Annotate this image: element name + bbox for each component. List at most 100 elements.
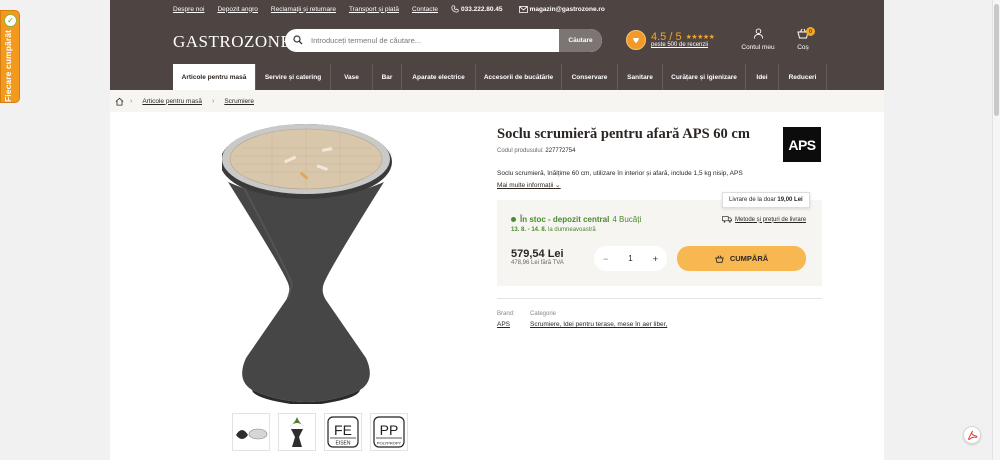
stock-quantity: 4 Bucăți [612, 215, 642, 224]
thumbnail-plant[interactable] [278, 413, 316, 451]
shipping-methods-label: Metode și prețuri de livrare [735, 216, 807, 223]
account-label: Contul meu [741, 44, 775, 51]
phone-contact[interactable]: 033.222.80.45 [451, 5, 503, 13]
delivery-estimate: 13. 8. - 14. 8. la dumneavoastră [511, 227, 596, 233]
increase-quantity-button[interactable]: + [653, 254, 658, 264]
link-shipping[interactable]: Transport și plată [349, 6, 399, 13]
category-meta-links[interactable]: Scrumiere, Idei pentru terase, mese în a… [530, 321, 667, 328]
email-contact[interactable]: magazin@gastrozone.ro [518, 5, 605, 13]
shipping-methods-link[interactable]: Metode și prețuri de livrare [722, 216, 806, 223]
right-margin [884, 0, 992, 460]
product-price-net: 478,96 Lei fără TVA [511, 260, 564, 266]
link-wholesale[interactable]: Depozit angro [217, 6, 257, 13]
delivery-suffix: la dumneavoastră [548, 227, 596, 233]
email-address: magazin@gastrozone.ro [529, 5, 605, 13]
pdf-icon[interactable] [963, 426, 981, 444]
nav-appliances[interactable]: Aparate electrice [402, 64, 476, 90]
search-input[interactable] [311, 29, 556, 52]
product-price: 579,54 Lei [511, 248, 564, 260]
nav-bar[interactable]: Bar [373, 64, 402, 90]
thumbnail-material-fe[interactable]: FE EISEN [324, 413, 362, 451]
brand-logo[interactable]: APS [783, 127, 821, 162]
truck-icon [722, 216, 732, 223]
loyalty-tab-label: Fiecare cumpărătorul [3, 30, 13, 102]
phone-icon [451, 5, 459, 13]
decrease-quantity-button[interactable]: − [603, 254, 608, 264]
nav-sales[interactable]: Reduceri [779, 64, 827, 90]
search-bar: Căutare [285, 29, 602, 52]
nav-cleaning[interactable]: Curățare și igienizare [663, 64, 746, 90]
stock-status: În stoc - depozit central 4 Bucăți [511, 215, 641, 224]
mail-icon [518, 5, 528, 13]
product-description: Soclu scrumieră, înălțime 60 cm, utiliza… [497, 170, 743, 177]
product-code-value: 227772754 [545, 148, 576, 154]
chevron-right-icon: › [211, 97, 215, 105]
link-about[interactable]: Despre noi [173, 6, 204, 13]
chevron-down-icon: ⌄ [555, 182, 561, 189]
page: ✓ Fiecare cumpărătorul Despre noi Depozi… [0, 0, 1000, 460]
quantity-stepper: − 1 + [594, 246, 667, 271]
cart-count-badge: 0 [806, 27, 815, 36]
pp-symbol-text: PP [380, 422, 399, 438]
more-info-link[interactable]: Mai multe informații ⌄ [497, 181, 561, 189]
site-header: Despre noi Depozit angro Reclamații și r… [110, 0, 884, 90]
reviews-link[interactable]: peste 500 de recenzii [651, 42, 708, 48]
phone-number: 033.222.80.45 [460, 5, 503, 13]
tooltip-prefix: Livrare de la doar [729, 197, 776, 203]
product-main-image[interactable] [222, 118, 452, 404]
category-meta-label: Categorie [530, 311, 557, 317]
rating-badge-icon[interactable] [626, 30, 646, 50]
chevron-right-icon: › [130, 97, 133, 105]
thumbnail-material-pp[interactable]: PP POLYPROPY [370, 413, 408, 451]
loyalty-tab[interactable]: ✓ Fiecare cumpărătorul [0, 10, 20, 103]
link-contacts[interactable]: Contacte [412, 6, 438, 13]
nav-tableware[interactable]: Articole pentru masă [173, 64, 256, 90]
more-info-label: Mai multe informații [497, 182, 554, 189]
search-icon [293, 35, 303, 45]
thumbnail-strip: FE EISEN PP POLYPROPY [232, 413, 408, 451]
nav-preserving[interactable]: Conservare [562, 64, 618, 90]
delivery-price-tooltip: Livrare de la doar 19,00 Lei [722, 192, 810, 208]
buy-button[interactable]: CUMPĂRĂ [677, 246, 806, 271]
scrollbar-thumb[interactable] [994, 4, 999, 116]
buy-label: CUMPĂRĂ [729, 254, 769, 263]
breadcrumb: › Articole pentru masă › Scrumiere [110, 90, 884, 112]
thumbnail-parts[interactable] [232, 413, 270, 451]
nav-cookware[interactable]: Vase [331, 64, 373, 90]
rating-stars-icon: ★★★★★ [685, 34, 715, 41]
brand-meta-link[interactable]: APS [497, 321, 515, 328]
nav-serving[interactable]: Servire și catering [256, 64, 331, 90]
user-icon [753, 28, 763, 39]
nav-sanitary[interactable]: Sanitare [618, 64, 663, 90]
product-title: Soclu scrumieră pentru afară APS 60 cm [497, 126, 750, 142]
product-code: Codul produsului: 227772754 [497, 148, 575, 154]
tooltip-price: 19,00 Lei [777, 197, 803, 203]
search-button[interactable]: Căutare [559, 29, 602, 52]
product-code-label: Codul produsului: [497, 148, 544, 154]
nav-kitchen-accessories[interactable]: Accesorii de bucătărie [476, 64, 562, 90]
nav-ideas[interactable]: Idei [746, 64, 779, 90]
link-returns[interactable]: Reclamații și returnare [271, 6, 336, 13]
main-nav: Articole pentru masă Servire și catering… [173, 64, 827, 90]
cart-label: Coș [797, 44, 809, 51]
breadcrumb-tableware[interactable]: Articole pentru masă [142, 98, 202, 105]
cart-button[interactable]: 0 Coș [793, 27, 815, 51]
quantity-value[interactable]: 1 [628, 254, 632, 263]
site-logo[interactable]: GASTROZONE [173, 32, 291, 52]
category-meta: Categorie Scrumiere, Idei pentru terase,… [530, 311, 667, 328]
fe-symbol-text: FE [334, 422, 352, 438]
account-button[interactable]: Contul meu [738, 28, 778, 51]
buy-box: În stoc - depozit central 4 Bucăți 13. 8… [497, 192, 822, 286]
pp-material-text: POLYPROPY [377, 441, 402, 446]
stock-dot-icon [511, 217, 516, 222]
home-icon[interactable] [115, 97, 124, 106]
loyalty-badge-icon: ✓ [4, 14, 17, 27]
delivery-dates: 13. 8. - 14. 8. [511, 227, 547, 233]
brand-meta-label: Brand: [497, 311, 515, 317]
brand-meta: Brand: APS [497, 311, 515, 328]
basket-icon [715, 255, 724, 263]
breadcrumb-ashtrays[interactable]: Scrumiere [224, 98, 254, 105]
top-links-bar: Despre noi Depozit angro Reclamații și r… [173, 0, 621, 18]
stock-label: În stoc - depozit central [520, 215, 610, 224]
fe-material-text: EISEN [335, 441, 350, 447]
